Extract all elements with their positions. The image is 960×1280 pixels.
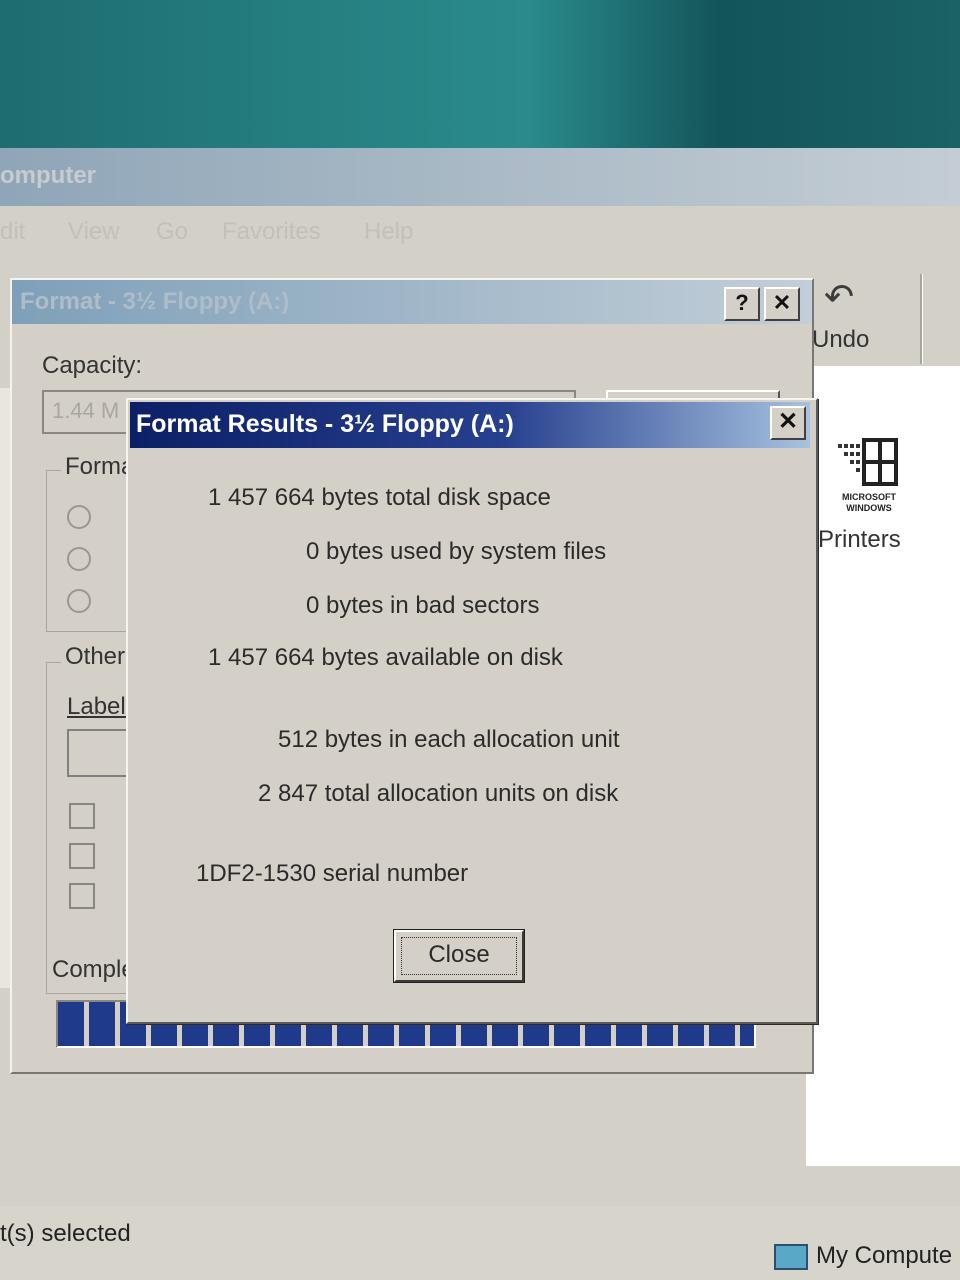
results-close-x-button[interactable]: ✕ — [770, 406, 806, 440]
status-selection: t(s) selected — [0, 1220, 131, 1247]
menu-edit[interactable]: dit — [0, 218, 25, 246]
menu-help[interactable]: Help — [364, 218, 413, 246]
help-button[interactable]: ? — [724, 287, 760, 321]
explorer-title: omputer — [0, 162, 96, 189]
explorer-content-pane: MICROSOFT WINDOWS Printers — [806, 366, 960, 1166]
menu-bar: dit View Go Favorites Help — [0, 208, 960, 258]
radio-copy-system[interactable] — [67, 589, 91, 613]
status-zone-label: My Compute — [816, 1242, 953, 1269]
system-files-bytes: 0 bytes used by system files — [306, 538, 607, 565]
checkbox-copy-system-files[interactable] — [69, 883, 95, 909]
radio-quick[interactable] — [67, 505, 91, 529]
status-zone: My Compute — [774, 1242, 952, 1270]
serial-number: 1DF2-1530 serial number — [196, 860, 469, 887]
label-field-label: Label: — [67, 693, 133, 720]
radio-full[interactable] — [67, 547, 91, 571]
printers-label: Printers — [818, 526, 901, 553]
undo-button[interactable]: ↶ Undo — [812, 276, 922, 366]
capacity-value: 1.44 M — [52, 398, 120, 423]
svg-text:WINDOWS: WINDOWS — [846, 503, 892, 513]
undo-icon: ↶ — [824, 276, 855, 317]
undo-label: Undo — [812, 326, 870, 353]
desktop-background — [0, 0, 960, 150]
capacity-label: Capacity: — [42, 352, 143, 379]
format-results-dialog: Format Results - 3½ Floppy (A:) ✕ 1 457 … — [126, 398, 818, 1024]
bad-sectors-bytes: 0 bytes in bad sectors — [306, 592, 540, 619]
format-title: Format - 3½ Floppy (A:) — [20, 288, 290, 315]
other-options-group: Other Label: — [46, 643, 141, 994]
format-title-bar: Format - 3½ Floppy (A:) ? ✕ — [12, 280, 812, 324]
results-title-bar: Format Results - 3½ Floppy (A:) — [130, 402, 810, 448]
available-bytes: 1 457 664 bytes available on disk — [208, 644, 563, 671]
close-button-label: Close — [428, 941, 490, 968]
printers-folder-icon[interactable]: MICROSOFT WINDOWS — [836, 438, 902, 514]
checkbox-no-label[interactable] — [69, 803, 95, 829]
allocation-units-total: 2 847 total allocation units on disk — [258, 780, 619, 807]
close-button[interactable]: Close — [394, 930, 524, 982]
results-title: Format Results - 3½ Floppy (A:) — [136, 410, 514, 438]
svg-text:MICROSOFT: MICROSOFT — [842, 492, 896, 502]
menu-view[interactable]: View — [68, 218, 120, 246]
explorer-title-bar: omputer — [0, 148, 960, 206]
format-close-button[interactable]: ✕ — [764, 287, 800, 321]
menu-go[interactable]: Go — [156, 218, 188, 246]
total-disk-space: 1 457 664 bytes total disk space — [208, 484, 551, 511]
other-options-label: Other — [61, 643, 130, 671]
menu-favorites[interactable]: Favorites — [222, 218, 321, 246]
allocation-unit-size: 512 bytes in each allocation unit — [278, 726, 620, 753]
my-computer-icon — [774, 1243, 808, 1270]
format-type-group: Forma — [46, 453, 139, 632]
checkbox-display-summary[interactable] — [69, 843, 95, 869]
status-bar: t(s) selected My Compute — [0, 1206, 960, 1280]
toolbar-divider — [920, 274, 923, 364]
